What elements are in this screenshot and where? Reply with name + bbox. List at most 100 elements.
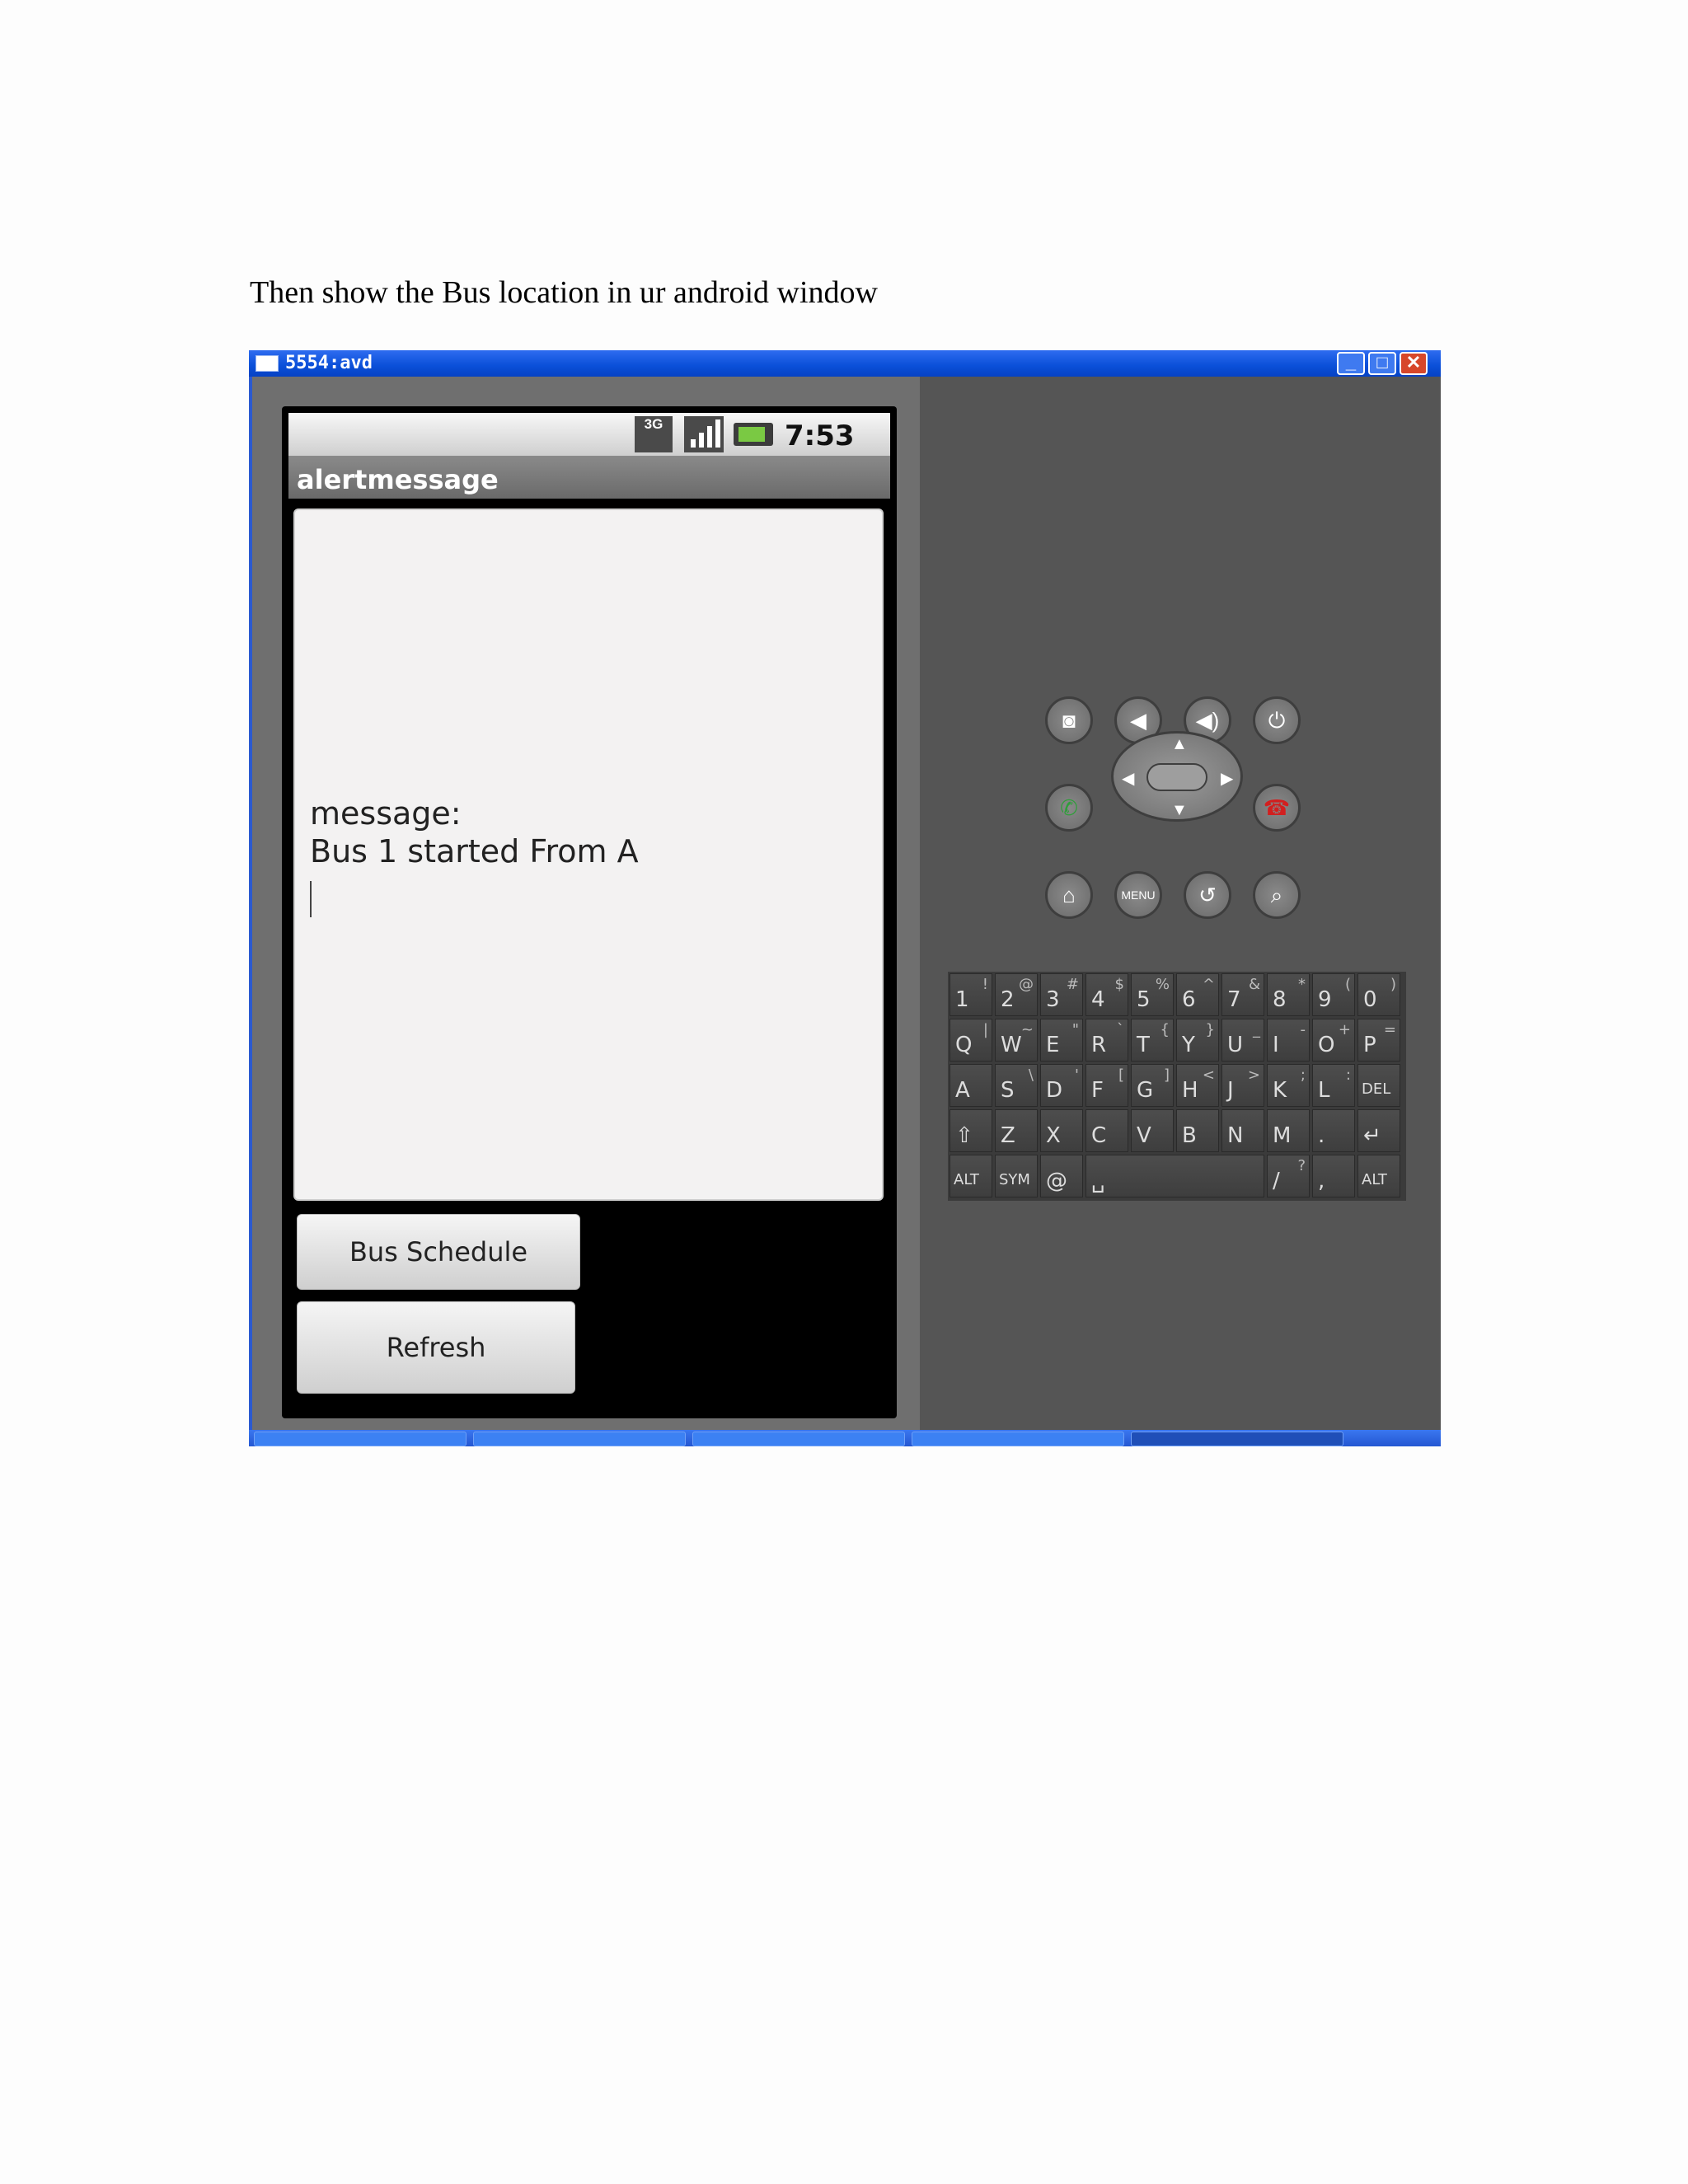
call-icon[interactable]: ✆ — [1045, 784, 1093, 832]
key-row2-3[interactable]: R ` — [1085, 1019, 1128, 1062]
key-alt-label: [ — [1118, 1066, 1124, 1084]
close-button[interactable]: ✕ — [1400, 352, 1428, 375]
key-row2-8[interactable]: O + — [1312, 1019, 1355, 1062]
key-label: H — [1182, 1078, 1198, 1103]
key-row5-1[interactable]: SYM — [995, 1155, 1038, 1197]
dpad-down-icon[interactable]: ▼ — [1171, 801, 1188, 820]
key-row1-9[interactable]: 0) — [1357, 973, 1400, 1016]
camera-icon[interactable]: ◙ — [1045, 696, 1093, 744]
taskbar-item-active[interactable] — [1131, 1432, 1343, 1446]
key-row4-9[interactable]: ↵ — [1357, 1109, 1400, 1152]
phone-screen: 3G 7:53 PM alertmessage message: Bus 1 s… — [282, 406, 897, 1418]
key-row1-7[interactable]: 8 * — [1267, 973, 1310, 1016]
home-icon[interactable]: ⌂ — [1045, 871, 1093, 919]
key-row4-6[interactable]: N — [1221, 1109, 1264, 1152]
key-row3-0[interactable]: A — [950, 1064, 992, 1107]
key-alt-label: & — [1248, 976, 1260, 993]
taskbar-item[interactable] — [692, 1432, 905, 1446]
key-row1-4[interactable]: 5% — [1131, 973, 1174, 1016]
key-label: O — [1318, 1033, 1335, 1057]
key-row4-5[interactable]: B — [1176, 1109, 1219, 1152]
key-row3-3[interactable]: F[ — [1085, 1064, 1128, 1107]
power-icon[interactable]: ⏻ — [1253, 696, 1301, 744]
taskbar-item[interactable] — [912, 1432, 1124, 1446]
key-row3-5[interactable]: H < — [1176, 1064, 1219, 1107]
key-row1-8[interactable]: 9( — [1312, 973, 1355, 1016]
key-label: W — [1001, 1033, 1022, 1057]
key-row2-4[interactable]: T{ — [1131, 1019, 1174, 1062]
key-label: I — [1273, 1033, 1279, 1057]
key-row1-5[interactable]: 6 ^ — [1176, 973, 1219, 1016]
signal-icon — [684, 416, 724, 452]
taskbar-item[interactable] — [473, 1432, 686, 1446]
window-title: 5554:avd — [285, 353, 373, 373]
key-label: B — [1182, 1123, 1197, 1148]
key-alt-label: \ — [1028, 1066, 1034, 1084]
key-row5-3[interactable]: ␣ — [1085, 1155, 1264, 1197]
bus-schedule-button[interactable]: Bus Schedule — [297, 1214, 580, 1290]
key-row4-0[interactable]: ⇧ — [950, 1109, 992, 1152]
key-row2-0[interactable]: Q | — [950, 1019, 992, 1062]
key-row5-5[interactable]: , — [1312, 1155, 1355, 1197]
key-label: D — [1046, 1078, 1063, 1103]
key-row2-9[interactable]: P = — [1357, 1019, 1400, 1062]
key-row3-2[interactable]: D ' — [1040, 1064, 1083, 1107]
window-icon — [256, 355, 279, 372]
key-row2-7[interactable]: I- — [1267, 1019, 1310, 1062]
dpad-left-icon[interactable]: ◀ — [1122, 768, 1134, 789]
key-row1-6[interactable]: 7 & — [1221, 973, 1264, 1016]
key-label: U — [1227, 1033, 1244, 1057]
key-row1-2[interactable]: 3 # — [1040, 973, 1083, 1016]
key-alt-label: ( — [1344, 976, 1351, 993]
menu-button[interactable]: MENU — [1114, 871, 1162, 919]
key-alt-label: % — [1155, 976, 1170, 993]
end-call-icon[interactable]: ☎ — [1253, 784, 1301, 832]
key-row4-8[interactable]: . — [1312, 1109, 1355, 1152]
key-row3-8[interactable]: L: — [1312, 1064, 1355, 1107]
key-row2-6[interactable]: U _ — [1221, 1019, 1264, 1062]
key-label: 5 — [1137, 987, 1151, 1012]
key-alt-label: ' — [1075, 1066, 1079, 1084]
key-label: X — [1046, 1123, 1061, 1148]
key-row5-0[interactable]: ALT — [950, 1155, 992, 1197]
key-row1-3[interactable]: 4 $ — [1085, 973, 1128, 1016]
dpad[interactable]: ▲ ▼ ◀ ▶ — [1111, 731, 1243, 822]
back-icon[interactable]: ↺ — [1184, 871, 1231, 919]
key-row3-7[interactable]: K; — [1267, 1064, 1310, 1107]
key-row3-9[interactable]: DEL — [1357, 1064, 1400, 1107]
key-row3-6[interactable]: J > — [1221, 1064, 1264, 1107]
key-row2-1[interactable]: W ~ — [995, 1019, 1038, 1062]
dpad-up-icon[interactable]: ▲ — [1171, 735, 1188, 754]
key-row5-4[interactable]: /? — [1267, 1155, 1310, 1197]
dpad-center-button[interactable] — [1146, 763, 1207, 791]
key-label: Q — [955, 1033, 973, 1057]
key-alt-label: : — [1345, 1066, 1351, 1084]
minimize-button[interactable]: _ — [1337, 352, 1365, 375]
key-row2-2[interactable]: E " — [1040, 1019, 1083, 1062]
refresh-button[interactable]: Refresh — [297, 1301, 575, 1394]
key-row1-0[interactable]: 1! — [950, 973, 992, 1016]
key-alt-label: | — [982, 1021, 988, 1038]
key-row3-4[interactable]: G] — [1131, 1064, 1174, 1107]
key-row4-7[interactable]: M — [1267, 1109, 1310, 1152]
taskbar-item[interactable] — [254, 1432, 467, 1446]
key-alt-label: ^ — [1202, 976, 1215, 993]
key-row1-1[interactable]: 2 @ — [995, 973, 1038, 1016]
key-row4-4[interactable]: V — [1131, 1109, 1174, 1152]
search-icon[interactable]: ⌕ — [1253, 871, 1301, 919]
key-row5-6[interactable]: ALT — [1357, 1155, 1400, 1197]
key-label: . — [1318, 1123, 1325, 1148]
key-label: P — [1363, 1033, 1376, 1057]
message-text-area[interactable]: message: Bus 1 started From A — [293, 509, 884, 1201]
key-alt-label: # — [1066, 976, 1079, 993]
key-row5-2[interactable]: @ — [1040, 1155, 1083, 1197]
maximize-button[interactable]: □ — [1368, 352, 1396, 375]
key-row3-1[interactable]: S \ — [995, 1064, 1038, 1107]
key-row4-1[interactable]: Z — [995, 1109, 1038, 1152]
key-label: ⇧ — [955, 1123, 973, 1148]
key-label: E — [1046, 1033, 1060, 1057]
key-row2-5[interactable]: Y} — [1176, 1019, 1219, 1062]
key-row4-3[interactable]: C — [1085, 1109, 1128, 1152]
key-row4-2[interactable]: X — [1040, 1109, 1083, 1152]
dpad-right-icon[interactable]: ▶ — [1221, 768, 1233, 789]
